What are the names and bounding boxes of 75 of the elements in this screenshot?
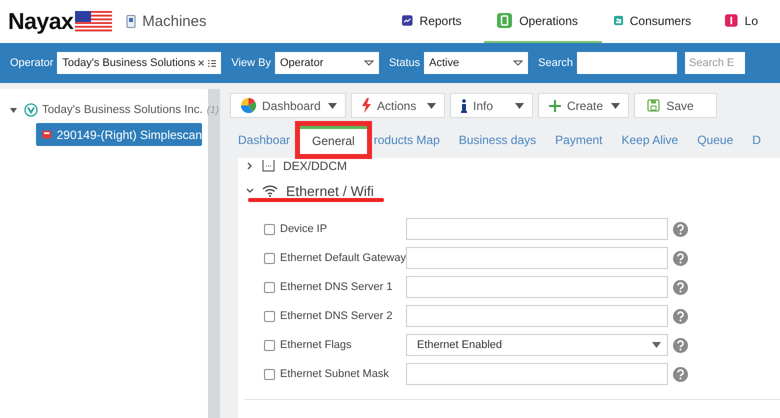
device-icon [262, 160, 275, 172]
tree-item-label: Today's Business Solutions Inc. [42, 104, 203, 116]
machine-icon [126, 15, 136, 28]
logo: Nayax [8, 8, 74, 35]
help-icon [673, 280, 688, 294]
filter-label: Operator [10, 57, 54, 69]
save-icon [647, 99, 660, 112]
checkbox[interactable] [264, 340, 275, 350]
pie-chart-icon [241, 98, 256, 113]
field-label: Ethernet Flags [280, 339, 353, 351]
chevron-right-icon [246, 162, 254, 170]
toolbar-button[interactable]: Save [634, 93, 717, 118]
caret-icon [611, 102, 620, 108]
checkbox[interactable] [264, 252, 275, 264]
nav-tab[interactable]: Reports [390, 0, 484, 43]
toolbar-button[interactable]: Info [450, 93, 533, 118]
plus-icon [549, 100, 561, 112]
caret-icon [513, 60, 524, 66]
caret-icon [515, 102, 524, 108]
nav-tab[interactable]: Consumers [602, 0, 714, 43]
item-count: (1) [206, 104, 219, 116]
people-icon [614, 13, 623, 28]
chevron-down-icon [246, 187, 254, 195]
checkbox[interactable] [264, 282, 275, 292]
input-field[interactable] [406, 276, 668, 298]
tab[interactable]: General [295, 121, 372, 159]
wifi-icon [262, 185, 278, 197]
search-field[interactable] [577, 52, 678, 74]
section-title: Ethernet / Wifi [286, 183, 374, 199]
input-field[interactable] [406, 247, 668, 269]
field-label: Ethernet Default Gateway [280, 252, 406, 264]
machine-icon [42, 129, 52, 140]
tree-item[interactable]: 290149-(Right) Simplescan [36, 123, 202, 146]
list-icon [208, 58, 216, 68]
help-icon [673, 366, 688, 382]
select-field[interactable]: Ethernet Enabled [406, 334, 668, 356]
view-by-select[interactable]: Operator [274, 52, 379, 74]
filter-label: View By [231, 57, 271, 69]
checkbox[interactable] [264, 368, 275, 380]
status-select[interactable]: Active [424, 52, 528, 74]
checkbox[interactable] [264, 310, 275, 322]
document-icon [497, 13, 512, 28]
help-icon [673, 308, 688, 324]
toolbar-button[interactable]: Dashboard [230, 93, 346, 118]
search-field[interactable]: Search E [685, 52, 746, 74]
filter-label: Status [388, 57, 420, 69]
chart-icon [402, 13, 413, 28]
caret-icon [328, 102, 337, 108]
alert-icon [725, 13, 738, 28]
section-title: DEX/DDCM [283, 159, 348, 173]
input-field[interactable] [406, 218, 668, 240]
clear-icon [198, 59, 205, 67]
field-label: Ethernet DNS Server 2 [280, 310, 394, 322]
operator-field[interactable]: Today's Business Solutions [57, 52, 222, 74]
help-icon [673, 222, 688, 236]
checkbox[interactable] [264, 224, 275, 234]
flag-icon [75, 10, 112, 32]
toolbar-button[interactable]: Actions [351, 93, 445, 118]
operator-icon [24, 103, 38, 117]
field-label: Device IP [280, 223, 328, 235]
filter-label: Search [538, 57, 574, 69]
nav-tab[interactable]: Lo [713, 0, 780, 43]
field-label: Ethernet Subnet Mask [280, 368, 390, 380]
toolbar-button[interactable]: Create [538, 93, 629, 118]
help-icon [673, 250, 688, 266]
caret-icon [427, 102, 436, 108]
help-icon [673, 338, 688, 352]
caret-icon [652, 342, 661, 348]
input-field[interactable] [406, 363, 668, 385]
caret-icon [364, 60, 374, 66]
page-title: Machines [142, 13, 206, 30]
lightning-icon [362, 98, 371, 113]
info-icon [461, 98, 467, 112]
field-label: Ethernet DNS Server 1 [280, 281, 394, 293]
input-field[interactable] [406, 305, 668, 327]
